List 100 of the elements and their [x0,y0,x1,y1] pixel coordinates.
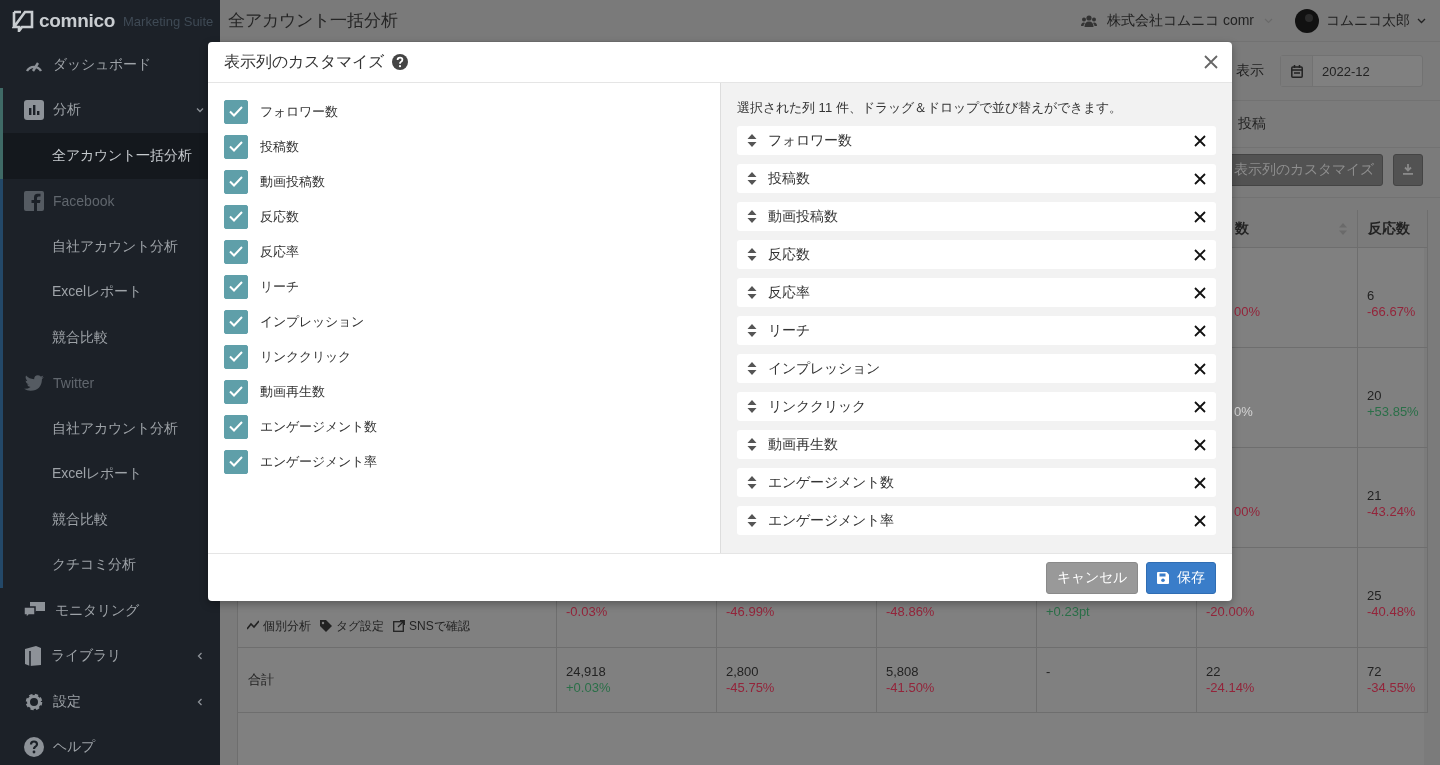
cell-change: -48.86% [886,604,936,620]
cell-value: 6 [1367,288,1376,304]
chevron-icon [196,106,204,115]
selected-column-item[interactable]: 動画再生数 [737,430,1216,459]
selected-column-item[interactable]: リーチ [737,316,1216,345]
remove-button[interactable] [1194,324,1206,337]
checkbox[interactable] [224,379,248,404]
remove-button[interactable] [1194,476,1206,489]
checkmark-icon [229,421,243,432]
nav-item[interactable]: モニタリング [0,588,220,634]
logo-icon [12,10,34,32]
column-label: エンゲージメント数 [768,473,894,492]
row-action-link[interactable]: SNSで確認 [393,618,470,634]
row-action-link[interactable]: 個別分析 [247,618,311,634]
checkbox[interactable] [224,239,248,264]
nav-item[interactable]: 設定 [0,679,220,725]
close-icon [1194,324,1206,337]
close-icon [1194,362,1206,375]
close-icon [1194,134,1206,147]
column-label: 反応率 [768,283,810,302]
summary-text: 選択された列 11 件、ドラッグ＆ドロップで並び替えができます。 [737,99,1123,117]
column-label: インプレッション [768,359,880,378]
drag-handle-icon [747,324,757,337]
save-button[interactable]: 保存 [1146,561,1216,594]
dialog-title: 表示列のカスタマイズ [224,51,384,72]
option-label: 動画再生数 [260,382,325,401]
cell-change: -45.75% [726,680,776,696]
column-label: 反応数 [768,245,810,264]
remove-button[interactable] [1194,514,1206,527]
column-header[interactable]: 反応数 [1358,210,1428,248]
chevron-icon [196,652,204,661]
column-label: リンククリック [768,397,866,416]
cell-value: 21 [1367,488,1383,504]
month-field[interactable]: 2022-12 [1280,55,1423,87]
checkbox[interactable] [224,414,248,439]
cell-change: +0.23pt [1046,604,1091,620]
cell-change: -40.48% [1367,604,1417,620]
user-menu[interactable]: コムニコ太郎 [1295,8,1426,33]
option-label: エンゲージメント数 [260,417,377,436]
cell-change: -0.03% [566,604,609,620]
tag-icon [320,620,332,632]
remove-button[interactable] [1194,438,1206,451]
selected-column-item[interactable]: インプレッション [737,354,1216,383]
checkbox[interactable] [224,309,248,334]
remove-button[interactable] [1194,210,1206,223]
account-selector[interactable]: 株式会社コムニコ comr [1081,11,1273,30]
remove-button[interactable] [1194,134,1206,147]
cell-change: 00% [1234,304,1262,320]
checkmark-icon [229,456,243,467]
selected-column-item[interactable]: エンゲージメント率 [737,506,1216,535]
help-icon [392,54,408,70]
remove-button[interactable] [1194,286,1206,299]
option-label: リーチ [260,277,299,296]
trend-icon [247,620,259,632]
selected-column-item[interactable]: フォロワー数 [737,126,1216,155]
close-button[interactable] [1202,53,1220,71]
calendar-icon [1290,64,1303,78]
nav-item[interactable]: ダッシュボード [0,42,220,88]
row-action-link[interactable]: タグ設定 [320,618,384,634]
checkbox[interactable] [224,134,248,159]
cell-change: -34.55% [1367,680,1417,696]
close-icon [1194,438,1206,451]
option-label: エンゲージメント率 [260,452,377,471]
cell-change: +53.85% [1367,404,1419,420]
remove-button[interactable] [1194,400,1206,413]
column-label: リーチ [768,321,810,340]
checkbox[interactable] [224,204,248,229]
help-icon [24,737,44,758]
tab[interactable]: 投稿 [1238,115,1266,133]
close-icon [1194,286,1206,299]
cell-value: 20 [1367,388,1383,404]
checkbox[interactable] [224,99,248,124]
checkbox[interactable] [224,274,248,299]
avatar [1295,8,1319,33]
selected-column-item[interactable]: 反応数 [737,240,1216,269]
column-label: フォロワー数 [768,131,852,150]
selected-column-item[interactable]: 反応率 [737,278,1216,307]
remove-button[interactable] [1194,362,1206,375]
selected-column-item[interactable]: 動画投稿数 [737,202,1216,231]
checkmark-icon [229,141,243,152]
cell-change: +0.03% [566,680,612,696]
drag-handle-icon [747,210,757,223]
checkbox[interactable] [224,344,248,369]
selected-column-item[interactable]: 投稿数 [737,164,1216,193]
cell-change: 00% [1234,504,1262,520]
close-icon [1194,210,1206,223]
nav-item[interactable]: ライブラリ [0,633,220,679]
remove-button[interactable] [1194,248,1206,261]
column-label: 動画投稿数 [768,207,838,226]
row-label: 合計 [248,672,275,688]
cell-change: -24.14% [1206,680,1256,696]
cell-change: 0% [1234,404,1254,420]
download-button[interactable] [1393,153,1423,186]
close-icon [1204,55,1218,69]
selected-column-item[interactable]: リンククリック [737,392,1216,421]
remove-button[interactable] [1194,172,1206,185]
selected-column-item[interactable]: エンゲージメント数 [737,468,1216,497]
checkbox[interactable] [224,169,248,194]
checkbox[interactable] [224,449,248,474]
nav-item[interactable]: ヘルプ [0,724,220,765]
